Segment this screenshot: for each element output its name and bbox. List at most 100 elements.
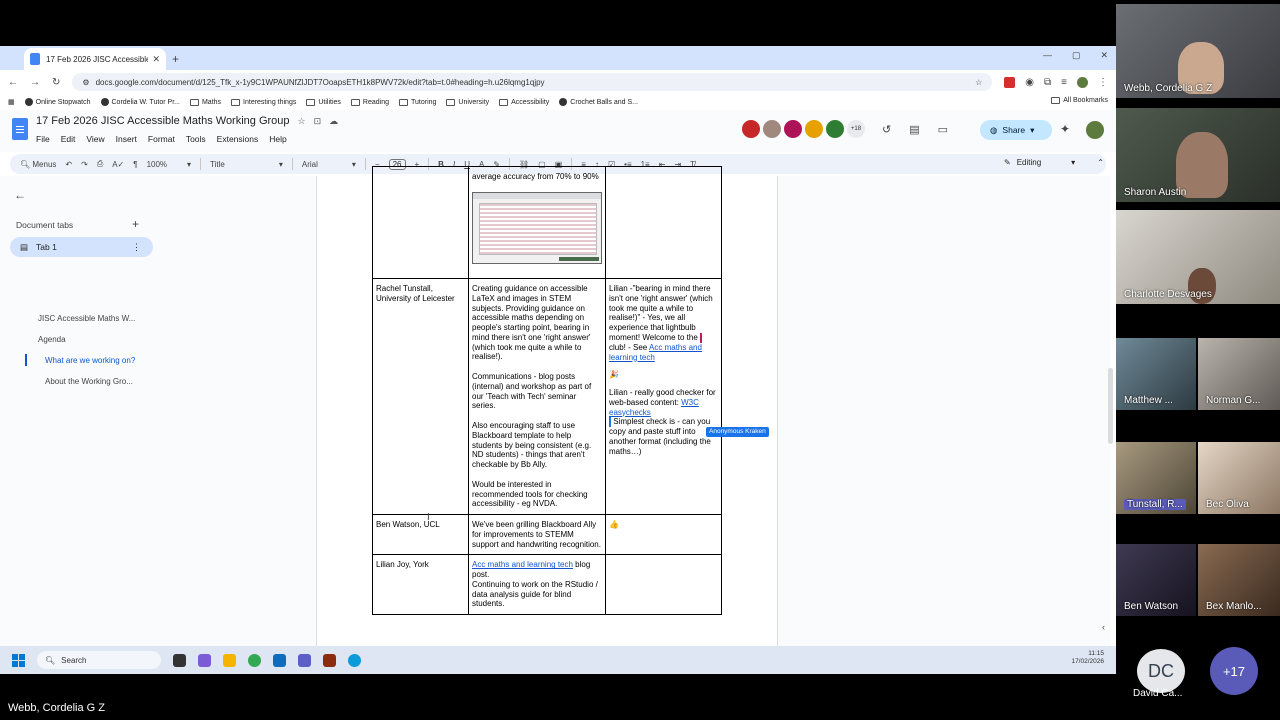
redo-icon[interactable]: ↷ — [81, 160, 88, 169]
version-history-icon[interactable]: ↺ — [882, 123, 891, 136]
taskbar-clock[interactable]: 11:15 17/02/2026 — [1071, 650, 1104, 667]
puzzle-extensions-icon[interactable]: ⧉ — [1044, 77, 1051, 88]
participant-tile[interactable]: Matthew ... — [1116, 338, 1196, 410]
doc-tab-1[interactable]: ▤ Tab 1 ⋮ — [10, 237, 153, 257]
menu-insert[interactable]: Insert — [116, 134, 137, 144]
document-page[interactable]: average accuracy from 70% to 90% Rachel … — [316, 166, 778, 646]
bookmark-folder[interactable]: Maths — [189, 98, 221, 106]
style-select[interactable]: Title ▾ — [210, 160, 283, 169]
editing-mode-select[interactable]: ✎ Editing ▾ ⌃ — [1004, 158, 1104, 167]
record-extension-icon[interactable]: ◉ — [1025, 77, 1034, 88]
site-info-icon[interactable]: ⚙ — [82, 78, 89, 87]
bookmark-folder[interactable]: Interesting things — [231, 98, 296, 106]
table-cell[interactable]: Ben Watson, UCL — [372, 513, 469, 556]
outlook-icon[interactable] — [273, 653, 286, 667]
cloud-status-icon[interactable]: ☁ — [329, 116, 338, 127]
menu-tools[interactable]: Tools — [186, 134, 206, 144]
bookmark-star-icon[interactable]: ☆ — [975, 78, 982, 87]
table-cell[interactable]: We've been grilling Blackboard Ally for … — [468, 513, 606, 556]
bookmark-folder[interactable]: Accessibility — [499, 98, 549, 106]
collaborator-avatar[interactable] — [826, 120, 844, 138]
menu-extensions[interactable]: Extensions — [217, 134, 259, 144]
back-arrow-icon[interactable]: ← — [8, 77, 18, 88]
search-menus-button[interactable]: 🔍︎ Menus — [20, 160, 56, 169]
meet-camera-icon[interactable]: ▭ — [938, 123, 948, 136]
table-cell[interactable] — [605, 166, 722, 279]
outline-item[interactable]: Agenda — [38, 335, 66, 344]
outline-item[interactable]: JISC Accessible Maths W... — [38, 314, 135, 323]
share-button[interactable]: ◍ Share ▾ — [980, 120, 1052, 140]
zoom-select[interactable]: 100% ▾ — [147, 160, 191, 169]
comments-icon[interactable]: ▤ — [909, 123, 919, 136]
participant-tile[interactable]: Sharon Austin — [1116, 108, 1280, 202]
bookmark-item[interactable]: Cordelia W. Tutor Pr... — [100, 98, 180, 106]
spellcheck-icon[interactable]: A✓ — [112, 160, 124, 169]
file-explorer-icon[interactable] — [223, 653, 236, 667]
table-cell[interactable] — [372, 166, 469, 279]
close-tab-icon[interactable]: ✕ — [152, 54, 160, 65]
pdf-extension-icon[interactable] — [1004, 76, 1016, 88]
menu-view[interactable]: View — [86, 134, 104, 144]
participant-tile[interactable]: Tunstall, R... — [1116, 442, 1196, 514]
table-cell[interactable]: 👍 — [605, 513, 722, 556]
menu-format[interactable]: Format — [148, 134, 175, 144]
collaborator-avatar[interactable] — [784, 120, 802, 138]
edge-icon[interactable] — [348, 653, 361, 667]
task-view-icon[interactable] — [173, 653, 186, 667]
participant-tile[interactable]: Bex Manlo... — [1198, 544, 1280, 616]
side-panel-toggle-icon[interactable]: ‹ — [1102, 622, 1105, 632]
back-arrow-icon[interactable]: ← — [14, 188, 26, 202]
bookmark-folder[interactable]: University — [446, 98, 489, 106]
reload-icon[interactable]: ↻ — [52, 77, 60, 88]
font-select[interactable]: Arial ▾ — [302, 160, 356, 169]
table-cell[interactable] — [605, 554, 722, 615]
maximize-icon[interactable]: ▢ — [1072, 50, 1081, 61]
windows-start-icon[interactable] — [12, 653, 25, 667]
undo-icon[interactable]: ↶ — [65, 160, 72, 169]
collapse-toolbar-icon[interactable]: ⌃ — [1097, 158, 1104, 167]
bookmark-item[interactable]: Crochet Balls and S... — [559, 98, 638, 106]
table-cell[interactable]: Lilian -"bearing in mind there isn't one… — [605, 278, 769, 515]
table-cell[interactable]: average accuracy from 70% to 90% — [468, 166, 606, 279]
apps-grid-icon[interactable]: ▦ — [8, 98, 15, 106]
print-icon[interactable]: ⎙ — [97, 159, 103, 169]
all-bookmarks[interactable]: All Bookmarks — [1051, 97, 1108, 104]
document-title[interactable]: 17 Feb 2026 JISC Accessible Maths Workin… — [36, 115, 290, 127]
add-tab-button[interactable]: + — [132, 217, 139, 231]
taskbar-search-box[interactable]: 🔍︎ Search — [37, 651, 161, 669]
participant-initials-avatar[interactable]: DC — [1137, 649, 1185, 693]
tab-options-icon[interactable]: ⋮ — [132, 242, 141, 253]
app-icon[interactable] — [323, 653, 336, 667]
table-cell[interactable]: Creating guidance on accessible LaTeX an… — [468, 278, 606, 515]
collaborator-avatar[interactable] — [763, 120, 781, 138]
google-docs-logo-icon[interactable] — [12, 118, 28, 140]
star-icon[interactable]: ☆ — [298, 116, 306, 127]
table-cell[interactable]: Acc maths and learning tech blog post. C… — [468, 554, 606, 615]
omnibox[interactable]: ⚙ docs.google.com/document/d/125_Tfk_x-1… — [72, 73, 993, 91]
collaborator-avatar[interactable] — [805, 120, 823, 138]
participant-tile[interactable]: Bec Oliva — [1198, 442, 1280, 514]
participant-tile[interactable]: Ben Watson — [1116, 544, 1196, 616]
url-text[interactable]: docs.google.com/document/d/125_Tfk_x-1y9… — [96, 78, 970, 87]
chevron-down-icon[interactable]: ▾ — [1030, 125, 1034, 136]
outline-item[interactable]: About the Working Gro... — [45, 377, 133, 386]
minimize-icon[interactable]: — — [1043, 50, 1052, 61]
participant-tile[interactable]: Norman G... — [1198, 338, 1280, 410]
collaborator-avatar[interactable] — [742, 120, 760, 138]
menu-edit[interactable]: Edit — [61, 134, 76, 144]
browser-menu-icon[interactable]: ⋮ — [1098, 77, 1108, 88]
table-cell[interactable]: Lilian Joy, York — [372, 554, 469, 615]
bookmark-folder[interactable]: Utilities — [306, 98, 341, 106]
profile-avatar-icon[interactable] — [1077, 76, 1088, 88]
browser-tab-active[interactable]: 17 Feb 2026 JISC Accessible M… ✕ — [24, 48, 166, 70]
copilot-icon[interactable] — [198, 653, 211, 667]
more-participants-button[interactable]: +17 — [1210, 647, 1258, 695]
forward-arrow-icon[interactable]: → — [30, 77, 40, 88]
menu-file[interactable]: File — [36, 134, 50, 144]
bookmark-item[interactable]: Online Stopwatch — [24, 98, 91, 106]
acc-maths-blog-link[interactable]: Acc maths and learning tech — [472, 560, 573, 569]
close-window-icon[interactable]: ✕ — [1100, 50, 1108, 61]
participant-tile[interactable]: Webb, Cordelia G Z — [1116, 4, 1280, 98]
paint-format-icon[interactable]: ¶ — [133, 160, 137, 169]
outline-item-active[interactable]: What are we working on? — [45, 356, 135, 365]
